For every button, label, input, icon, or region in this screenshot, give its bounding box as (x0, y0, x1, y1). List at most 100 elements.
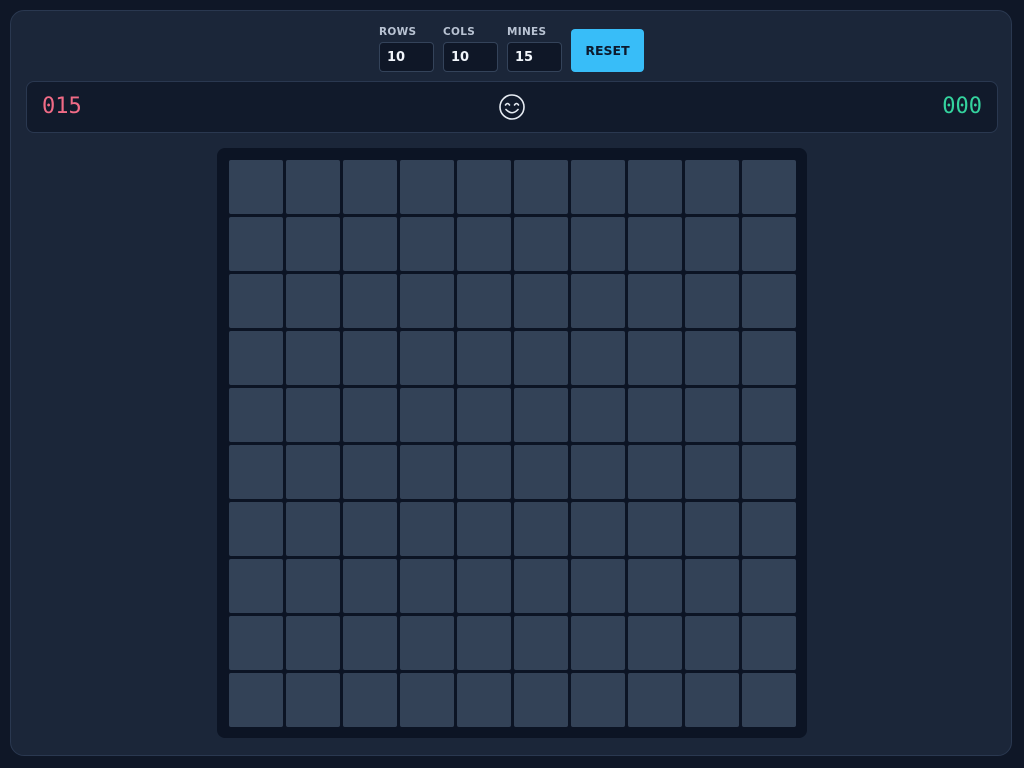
board-cell[interactable] (742, 160, 796, 214)
board-cell[interactable] (742, 616, 796, 670)
board-cell[interactable] (229, 388, 283, 442)
board-cell[interactable] (400, 616, 454, 670)
board-cell[interactable] (286, 388, 340, 442)
board-cell[interactable] (229, 502, 283, 556)
board-cell[interactable] (343, 673, 397, 727)
board-cell[interactable] (286, 616, 340, 670)
board-cell[interactable] (286, 445, 340, 499)
board-cell[interactable] (343, 616, 397, 670)
board-cell[interactable] (229, 274, 283, 328)
board-cell[interactable] (229, 616, 283, 670)
board-cell[interactable] (685, 331, 739, 385)
cols-input[interactable] (443, 42, 498, 72)
board-cell[interactable] (571, 274, 625, 328)
board-cell[interactable] (343, 217, 397, 271)
board-cell[interactable] (628, 502, 682, 556)
board-cell[interactable] (457, 274, 511, 328)
board-cell[interactable] (229, 559, 283, 613)
board-cell[interactable] (571, 502, 625, 556)
board-cell[interactable] (742, 274, 796, 328)
board-cell[interactable] (685, 673, 739, 727)
board-cell[interactable] (286, 160, 340, 214)
board-cell[interactable] (685, 217, 739, 271)
board-cell[interactable] (742, 445, 796, 499)
board-cell[interactable] (628, 331, 682, 385)
board-cell[interactable] (400, 274, 454, 328)
board-cell[interactable] (400, 217, 454, 271)
board-cell[interactable] (571, 445, 625, 499)
board-cell[interactable] (514, 388, 568, 442)
mines-input[interactable] (507, 42, 562, 72)
board-cell[interactable] (457, 559, 511, 613)
board-cell[interactable] (457, 160, 511, 214)
board-cell[interactable] (286, 673, 340, 727)
board-cell[interactable] (628, 559, 682, 613)
board-cell[interactable] (685, 559, 739, 613)
board-cell[interactable] (628, 274, 682, 328)
board-cell[interactable] (286, 502, 340, 556)
board-cell[interactable] (229, 673, 283, 727)
board-cell[interactable] (514, 502, 568, 556)
board-cell[interactable] (343, 388, 397, 442)
board-cell[interactable] (685, 502, 739, 556)
board-cell[interactable] (400, 559, 454, 613)
board-cell[interactable] (628, 388, 682, 442)
board-cell[interactable] (457, 502, 511, 556)
board-cell[interactable] (514, 274, 568, 328)
board-cell[interactable] (628, 616, 682, 670)
board-cell[interactable] (286, 217, 340, 271)
board-cell[interactable] (400, 502, 454, 556)
board-cell[interactable] (400, 445, 454, 499)
board-cell[interactable] (571, 331, 625, 385)
board-cell[interactable] (571, 160, 625, 214)
board-cell[interactable] (571, 616, 625, 670)
board-cell[interactable] (571, 388, 625, 442)
board-cell[interactable] (742, 502, 796, 556)
reset-button[interactable]: RESET (571, 29, 644, 72)
board-cell[interactable] (742, 388, 796, 442)
board-cell[interactable] (685, 274, 739, 328)
board-cell[interactable] (457, 673, 511, 727)
rows-input[interactable] (379, 42, 434, 72)
board-cell[interactable] (343, 274, 397, 328)
board-cell[interactable] (343, 445, 397, 499)
board-cell[interactable] (229, 160, 283, 214)
board-cell[interactable] (571, 673, 625, 727)
board-cell[interactable] (343, 502, 397, 556)
board-cell[interactable] (400, 331, 454, 385)
board-cell[interactable] (742, 673, 796, 727)
board-cell[interactable] (685, 616, 739, 670)
board-cell[interactable] (286, 331, 340, 385)
board-cell[interactable] (457, 616, 511, 670)
board-cell[interactable] (457, 388, 511, 442)
board-cell[interactable] (685, 160, 739, 214)
board-cell[interactable] (685, 388, 739, 442)
board-cell[interactable] (514, 559, 568, 613)
board-cell[interactable] (685, 445, 739, 499)
board-cell[interactable] (514, 673, 568, 727)
board-cell[interactable] (628, 445, 682, 499)
board-cell[interactable] (571, 217, 625, 271)
board-cell[interactable] (400, 388, 454, 442)
board-cell[interactable] (400, 673, 454, 727)
board-cell[interactable] (229, 331, 283, 385)
board-cell[interactable] (343, 559, 397, 613)
board-cell[interactable] (514, 331, 568, 385)
board-cell[interactable] (400, 160, 454, 214)
board-cell[interactable] (514, 445, 568, 499)
board-cell[interactable] (229, 445, 283, 499)
board-cell[interactable] (229, 217, 283, 271)
board-cell[interactable] (457, 331, 511, 385)
board-cell[interactable] (628, 673, 682, 727)
board-cell[interactable] (457, 445, 511, 499)
board-cell[interactable] (286, 274, 340, 328)
board-cell[interactable] (514, 217, 568, 271)
board-cell[interactable] (742, 559, 796, 613)
board-cell[interactable] (571, 559, 625, 613)
smiling-face-icon[interactable] (498, 93, 526, 121)
board-cell[interactable] (514, 160, 568, 214)
board-cell[interactable] (514, 616, 568, 670)
board-cell[interactable] (343, 160, 397, 214)
board-cell[interactable] (457, 217, 511, 271)
board-cell[interactable] (343, 331, 397, 385)
